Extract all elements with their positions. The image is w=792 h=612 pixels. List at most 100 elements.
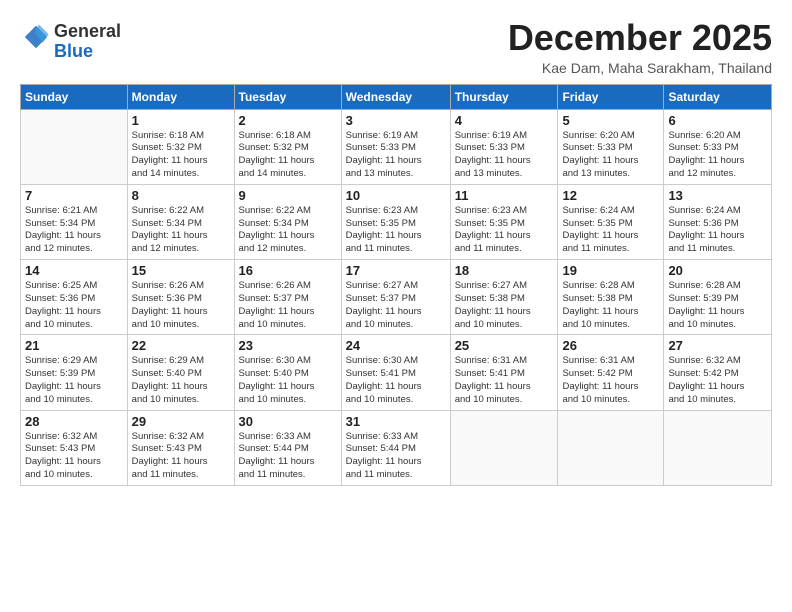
day-cell: 29Sunrise: 6:32 AM Sunset: 5:43 PM Dayli… bbox=[127, 410, 234, 485]
day-cell: 15 Sunrise: 6:26 AM Sunset: 5:36 PM Dayli… bbox=[127, 260, 234, 335]
day-cell bbox=[664, 410, 772, 485]
day-info: Sunrise: 6:20 AM Sunset: 5:33 PM Dayligh… bbox=[562, 130, 659, 181]
day-number: 23 bbox=[239, 338, 337, 353]
day-info: Sunrise: 6:31 AM Sunset: 5:41 PM Dayligh… bbox=[455, 355, 554, 406]
day-info: Sunrise: 6:24 AM Sunset: 5:36 PM Dayligh… bbox=[668, 205, 767, 256]
week-row-2: 7 Sunrise: 6:21 AM Sunset: 5:34 PM Daylig… bbox=[21, 184, 772, 259]
day-number: 30 bbox=[239, 414, 337, 429]
day-info: Sunrise: 6:23 AM Sunset: 5:35 PM Dayligh… bbox=[346, 205, 446, 256]
day-number: 22 bbox=[132, 338, 230, 353]
header: General Blue December 2025 Kae Dam, Maha… bbox=[20, 18, 772, 76]
day-number: 26 bbox=[562, 338, 659, 353]
day-number: 7 bbox=[25, 188, 123, 203]
day-info: Sunrise: 6:28 AM Sunset: 5:39 PM Dayligh… bbox=[668, 280, 767, 331]
day-cell: 13Sunrise: 6:24 AM Sunset: 5:36 PM Dayli… bbox=[664, 184, 772, 259]
day-number: 21 bbox=[25, 338, 123, 353]
logo-icon bbox=[22, 23, 50, 51]
day-cell: 3 Sunrise: 6:19 AM Sunset: 5:33 PM Daylig… bbox=[341, 109, 450, 184]
col-header-wednesday: Wednesday bbox=[341, 84, 450, 109]
day-info: Sunrise: 6:33 AM Sunset: 5:44 PM Dayligh… bbox=[346, 431, 446, 482]
day-info: Sunrise: 6:19 AM Sunset: 5:33 PM Dayligh… bbox=[346, 130, 446, 181]
day-number: 15 bbox=[132, 263, 230, 278]
day-info: Sunrise: 6:21 AM Sunset: 5:34 PM Dayligh… bbox=[25, 205, 123, 256]
day-cell: 9Sunrise: 6:22 AM Sunset: 5:34 PM Daylig… bbox=[234, 184, 341, 259]
logo-general: General bbox=[54, 21, 121, 41]
day-cell bbox=[450, 410, 558, 485]
day-info: Sunrise: 6:31 AM Sunset: 5:42 PM Dayligh… bbox=[562, 355, 659, 406]
col-header-tuesday: Tuesday bbox=[234, 84, 341, 109]
logo: General Blue bbox=[20, 22, 121, 62]
day-cell: 14 Sunrise: 6:25 AM Sunset: 5:36 PM Dayli… bbox=[21, 260, 128, 335]
day-info: Sunrise: 6:18 AM Sunset: 5:32 PM Dayligh… bbox=[239, 130, 337, 181]
day-info: Sunrise: 6:30 AM Sunset: 5:41 PM Dayligh… bbox=[346, 355, 446, 406]
day-number: 6 bbox=[668, 113, 767, 128]
day-cell: 6 Sunrise: 6:20 AM Sunset: 5:33 PM Daylig… bbox=[664, 109, 772, 184]
day-info: Sunrise: 6:23 AM Sunset: 5:35 PM Dayligh… bbox=[455, 205, 554, 256]
day-cell: 21 Sunrise: 6:29 AM Sunset: 5:39 PM Dayli… bbox=[21, 335, 128, 410]
day-number: 20 bbox=[668, 263, 767, 278]
day-number: 12 bbox=[562, 188, 659, 203]
day-number: 10 bbox=[346, 188, 446, 203]
day-info: Sunrise: 6:20 AM Sunset: 5:33 PM Dayligh… bbox=[668, 130, 767, 181]
day-cell: 5 Sunrise: 6:20 AM Sunset: 5:33 PM Daylig… bbox=[558, 109, 664, 184]
day-info: Sunrise: 6:32 AM Sunset: 5:42 PM Dayligh… bbox=[668, 355, 767, 406]
logo-text: General Blue bbox=[54, 22, 121, 62]
logo-blue: Blue bbox=[54, 41, 93, 61]
day-info: Sunrise: 6:29 AM Sunset: 5:39 PM Dayligh… bbox=[25, 355, 123, 406]
day-cell: 24 Sunrise: 6:30 AM Sunset: 5:41 PM Dayli… bbox=[341, 335, 450, 410]
day-number: 3 bbox=[346, 113, 446, 128]
day-number: 8 bbox=[132, 188, 230, 203]
day-info: Sunrise: 6:27 AM Sunset: 5:38 PM Dayligh… bbox=[455, 280, 554, 331]
day-number: 19 bbox=[562, 263, 659, 278]
week-row-4: 21 Sunrise: 6:29 AM Sunset: 5:39 PM Dayli… bbox=[21, 335, 772, 410]
subtitle: Kae Dam, Maha Sarakham, Thailand bbox=[508, 60, 772, 76]
day-number: 14 bbox=[25, 263, 123, 278]
day-number: 9 bbox=[239, 188, 337, 203]
day-info: Sunrise: 6:24 AM Sunset: 5:35 PM Dayligh… bbox=[562, 205, 659, 256]
day-info: Sunrise: 6:30 AM Sunset: 5:40 PM Dayligh… bbox=[239, 355, 337, 406]
day-number: 18 bbox=[455, 263, 554, 278]
day-number: 1 bbox=[132, 113, 230, 128]
col-header-friday: Friday bbox=[558, 84, 664, 109]
day-cell: 12 Sunrise: 6:24 AM Sunset: 5:35 PM Dayli… bbox=[558, 184, 664, 259]
day-info: Sunrise: 6:28 AM Sunset: 5:38 PM Dayligh… bbox=[562, 280, 659, 331]
title-block: December 2025 Kae Dam, Maha Sarakham, Th… bbox=[508, 18, 772, 76]
day-number: 31 bbox=[346, 414, 446, 429]
day-cell bbox=[21, 109, 128, 184]
day-cell: 31 Sunrise: 6:33 AM Sunset: 5:44 PM Dayli… bbox=[341, 410, 450, 485]
day-cell: 16 Sunrise: 6:26 AM Sunset: 5:37 PM Dayli… bbox=[234, 260, 341, 335]
day-info: Sunrise: 6:19 AM Sunset: 5:33 PM Dayligh… bbox=[455, 130, 554, 181]
day-number: 24 bbox=[346, 338, 446, 353]
day-cell: 2 Sunrise: 6:18 AM Sunset: 5:32 PM Daylig… bbox=[234, 109, 341, 184]
day-cell: 27 Sunrise: 6:32 AM Sunset: 5:42 PM Dayli… bbox=[664, 335, 772, 410]
week-row-3: 14 Sunrise: 6:25 AM Sunset: 5:36 PM Dayli… bbox=[21, 260, 772, 335]
week-row-5: 28 Sunrise: 6:32 AM Sunset: 5:43 PM Dayli… bbox=[21, 410, 772, 485]
day-cell: 26 Sunrise: 6:31 AM Sunset: 5:42 PM Dayli… bbox=[558, 335, 664, 410]
day-cell: 22Sunrise: 6:29 AM Sunset: 5:40 PM Dayli… bbox=[127, 335, 234, 410]
day-cell: 20 Sunrise: 6:28 AM Sunset: 5:39 PM Dayli… bbox=[664, 260, 772, 335]
day-info: Sunrise: 6:33 AM Sunset: 5:44 PM Dayligh… bbox=[239, 431, 337, 482]
day-info: Sunrise: 6:25 AM Sunset: 5:36 PM Dayligh… bbox=[25, 280, 123, 331]
header-row: SundayMondayTuesdayWednesdayThursdayFrid… bbox=[21, 84, 772, 109]
day-info: Sunrise: 6:26 AM Sunset: 5:36 PM Dayligh… bbox=[132, 280, 230, 331]
day-number: 27 bbox=[668, 338, 767, 353]
day-info: Sunrise: 6:26 AM Sunset: 5:37 PM Dayligh… bbox=[239, 280, 337, 331]
day-cell: 8 Sunrise: 6:22 AM Sunset: 5:34 PM Daylig… bbox=[127, 184, 234, 259]
calendar: SundayMondayTuesdayWednesdayThursdayFrid… bbox=[20, 84, 772, 486]
day-info: Sunrise: 6:22 AM Sunset: 5:34 PM Dayligh… bbox=[132, 205, 230, 256]
day-cell: 18 Sunrise: 6:27 AM Sunset: 5:38 PM Dayli… bbox=[450, 260, 558, 335]
day-cell: 25Sunrise: 6:31 AM Sunset: 5:41 PM Dayli… bbox=[450, 335, 558, 410]
day-cell: 10 Sunrise: 6:23 AM Sunset: 5:35 PM Dayli… bbox=[341, 184, 450, 259]
day-number: 2 bbox=[239, 113, 337, 128]
day-number: 16 bbox=[239, 263, 337, 278]
col-header-monday: Monday bbox=[127, 84, 234, 109]
day-number: 5 bbox=[562, 113, 659, 128]
day-cell: 23 Sunrise: 6:30 AM Sunset: 5:40 PM Dayli… bbox=[234, 335, 341, 410]
day-cell: 7 Sunrise: 6:21 AM Sunset: 5:34 PM Daylig… bbox=[21, 184, 128, 259]
day-number: 11 bbox=[455, 188, 554, 203]
month-title: December 2025 bbox=[508, 18, 772, 58]
day-number: 28 bbox=[25, 414, 123, 429]
day-cell bbox=[558, 410, 664, 485]
day-info: Sunrise: 6:32 AM Sunset: 5:43 PM Dayligh… bbox=[25, 431, 123, 482]
day-number: 29 bbox=[132, 414, 230, 429]
